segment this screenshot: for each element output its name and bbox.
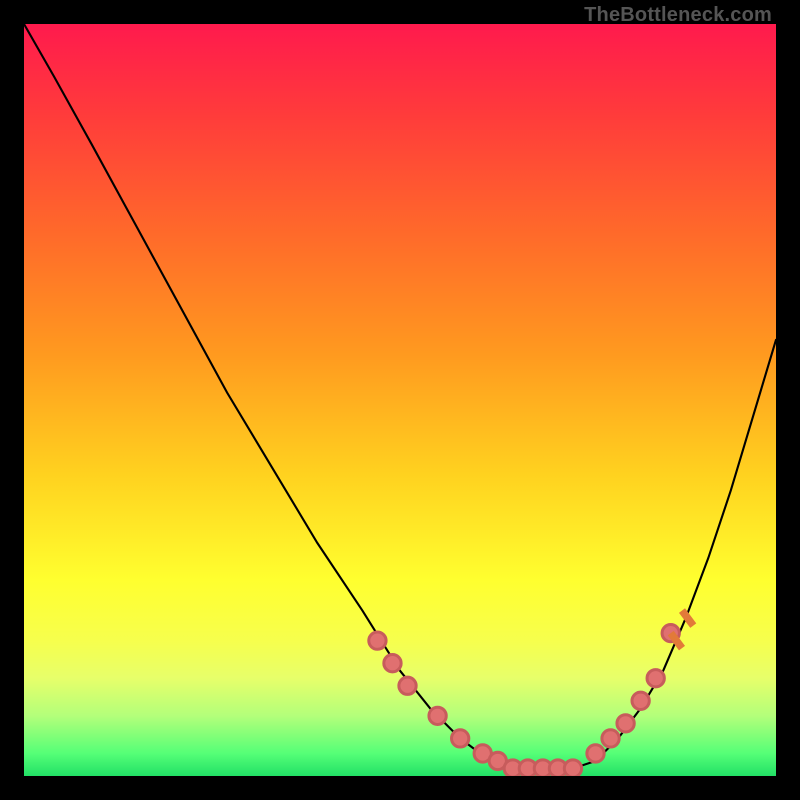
gradient-background [24,24,776,776]
chart-frame: TheBottleneck.com [0,0,800,800]
watermark-text: TheBottleneck.com [584,4,772,27]
